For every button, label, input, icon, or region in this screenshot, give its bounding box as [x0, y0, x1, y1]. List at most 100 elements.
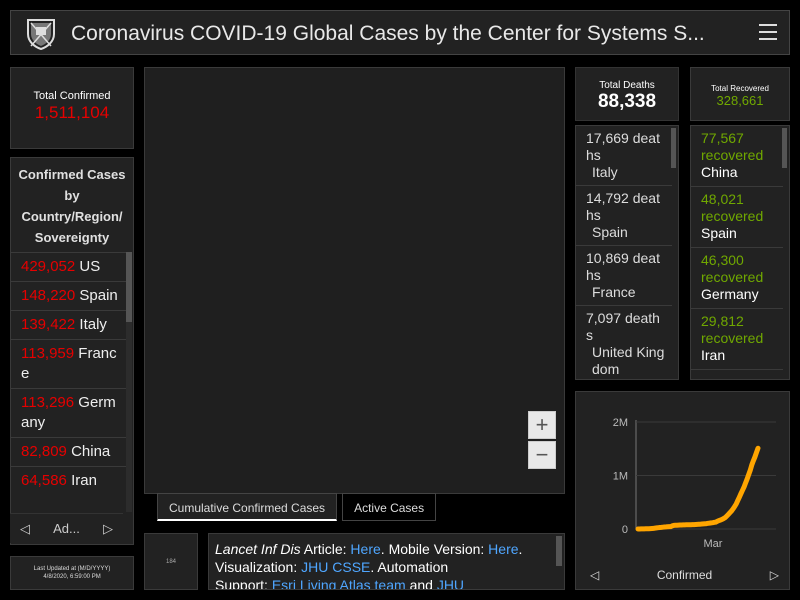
death-count: 7,097 — [586, 310, 622, 326]
recovered-unit: recovered — [701, 269, 764, 285]
country-list-item[interactable]: 429,052 US — [11, 252, 127, 281]
recovered-count: 77,567 — [701, 130, 744, 146]
country-list-item[interactable]: 82,809 China — [11, 437, 127, 466]
chevron-left-icon[interactable]: ◁ — [590, 568, 599, 582]
confirmed-chart-panel: 0 1M 2M Mar ◁ Confirmed ▷ — [575, 391, 790, 590]
country-count: 64,586 — [21, 472, 67, 489]
info-text-panel: Lancet Inf Dis Article: Here. Mobile Ver… — [208, 533, 565, 590]
recovered-unit: recovered — [701, 330, 764, 346]
viz-label: Visualization: — [215, 559, 298, 575]
info-line-3: Support: Esri Living Atlas team and JHU — [215, 576, 558, 590]
pager-label[interactable]: Ad... — [53, 521, 80, 536]
article-label: Article: — [303, 541, 347, 557]
article-link[interactable]: Here — [350, 541, 380, 557]
header-bar: Coronavirus COVID-19 Global Cases by the… — [10, 10, 790, 55]
confirmed-series-line — [635, 445, 761, 532]
info-thumbnail: 184 — [144, 533, 198, 590]
recovered-list-item[interactable]: 77,567 recovered China — [691, 126, 783, 187]
country-list-scrollbar[interactable] — [126, 252, 132, 512]
chart-footer-label: Confirmed — [656, 568, 713, 582]
x-tick-label: Mar — [704, 538, 723, 550]
last-updated-label: Last Updated at (M/D/YYYY) — [33, 566, 111, 572]
y-tick-label: 2M — [613, 417, 628, 429]
zoom-out-button[interactable]: − — [528, 441, 556, 469]
info-scrollbar[interactable] — [556, 536, 562, 566]
death-country: Italy — [592, 164, 618, 180]
country-list: 429,052 US 148,220 Spain 139,422 Italy 1… — [11, 252, 127, 495]
mobile-label: Mobile Version: — [388, 541, 485, 557]
chart-footer: ◁ Confirmed ▷ — [576, 561, 789, 589]
recovered-list: 77,567 recovered China 48,021 recovered Spai… — [690, 125, 790, 380]
recovered-scrollbar[interactable] — [782, 128, 787, 168]
recovered-list-item[interactable]: 29,812 recovered Iran — [691, 309, 783, 370]
zoom-controls: + − — [528, 411, 556, 469]
country-count: 82,809 — [21, 443, 67, 460]
country-list-item[interactable]: 113,296 Germany — [11, 388, 127, 437]
jhu-shield-logo — [27, 19, 55, 50]
country-list-item[interactable]: 64,586 Iran — [11, 466, 127, 495]
country-list-item[interactable]: 139,422 Italy — [11, 310, 127, 339]
info-line-2: Visualization: JHU CSSE. Automation — [215, 559, 449, 575]
country-count: 113,959 — [21, 345, 75, 362]
jhu-csse-link[interactable]: JHU CSSE — [301, 559, 370, 575]
recovered-list-item[interactable]: 46,300 recovered Germany — [691, 248, 783, 309]
death-country: Spain — [592, 224, 628, 240]
and-text: and — [409, 577, 433, 590]
death-count: 10,869 — [586, 250, 629, 266]
chart-tick-labels: 0 1M 2M Mar — [613, 417, 723, 550]
country-count: 429,052 — [21, 258, 76, 275]
scrollbar-thumb[interactable] — [126, 252, 132, 322]
recovered-unit: recovered — [701, 208, 764, 224]
recovered-count: 29,812 — [701, 313, 744, 329]
deaths-scrollbar[interactable] — [671, 128, 676, 168]
deaths-list-item[interactable]: 7,097 deaths United Kingdom — [576, 306, 672, 379]
deaths-list-item[interactable]: 17,669 deaths Italy — [576, 126, 672, 186]
country-list-item[interactable]: 113,959 France — [11, 339, 127, 388]
total-confirmed-card: Total Confirmed 1,511,104 — [10, 67, 134, 149]
support-label: Support: — [215, 577, 268, 590]
jhu-link[interactable]: JHU — [437, 577, 464, 589]
total-confirmed-value: 1,511,104 — [34, 103, 110, 122]
tab-active-cases[interactable]: Active Cases — [342, 493, 437, 521]
country-list-heading: Confirmed Cases by Country/Region/ Sover… — [18, 167, 126, 245]
chevron-right-icon[interactable]: ▷ — [103, 521, 113, 537]
recovered-count: 48,021 — [701, 191, 744, 207]
country-list-item[interactable]: 148,220 Spain — [11, 281, 127, 310]
country-count: 148,220 — [21, 287, 76, 304]
country-name: Spain — [79, 287, 118, 304]
mobile-version-link[interactable]: Here — [488, 541, 518, 557]
recovered-list-item[interactable]: 48,021 recovered Spain — [691, 187, 783, 248]
y-tick-label: 1M — [613, 471, 628, 483]
recovered-country: China — [701, 164, 738, 180]
country-list-pager: ◁ Ad... ▷ — [10, 513, 123, 543]
death-count: 17,669 — [586, 130, 629, 146]
total-deaths-label: Total Deaths — [599, 80, 655, 91]
map-view[interactable]: + − — [144, 67, 565, 494]
deaths-list-item[interactable]: 14,792 deaths Spain — [576, 186, 672, 246]
country-name: US — [79, 258, 101, 275]
automation-text: Automation — [377, 559, 449, 575]
chevron-left-icon[interactable]: ◁ — [20, 521, 30, 537]
chevron-right-icon[interactable]: ▷ — [770, 568, 779, 582]
esri-link[interactable]: Esri Living Atlas team — [272, 577, 406, 589]
death-country: France — [592, 284, 636, 300]
y-tick-label: 0 — [622, 524, 628, 536]
total-recovered-label: Total Recovered — [711, 84, 769, 93]
recovered-country: Iran — [701, 347, 726, 363]
tab-cumulative-confirmed[interactable]: Cumulative Confirmed Cases — [157, 493, 338, 521]
chart-gridlines — [636, 421, 776, 530]
total-deaths-card: Total Deaths 88,338 — [575, 67, 679, 121]
country-name: China — [71, 443, 111, 460]
deaths-list: 17,669 deaths Italy 14,792 deaths Spain 10… — [575, 125, 679, 380]
recovered-count: 46,300 — [701, 252, 744, 268]
hamburger-menu-icon[interactable] — [759, 24, 777, 40]
total-deaths-value: 88,338 — [597, 91, 657, 112]
recovered-country: Spain — [701, 225, 737, 241]
country-count: 113,296 — [21, 394, 75, 411]
death-country: United Kingdom — [592, 344, 665, 377]
info-line-1: Lancet Inf Dis Article: Here. Mobile Ver… — [215, 541, 523, 557]
deaths-list-item[interactable]: 10,869 deaths France — [576, 246, 672, 306]
zoom-in-button[interactable]: + — [528, 411, 556, 439]
confirmed-cases-chart: 0 1M 2M Mar — [613, 417, 776, 550]
map-tabs: Cumulative Confirmed Cases Active Cases — [157, 493, 437, 521]
